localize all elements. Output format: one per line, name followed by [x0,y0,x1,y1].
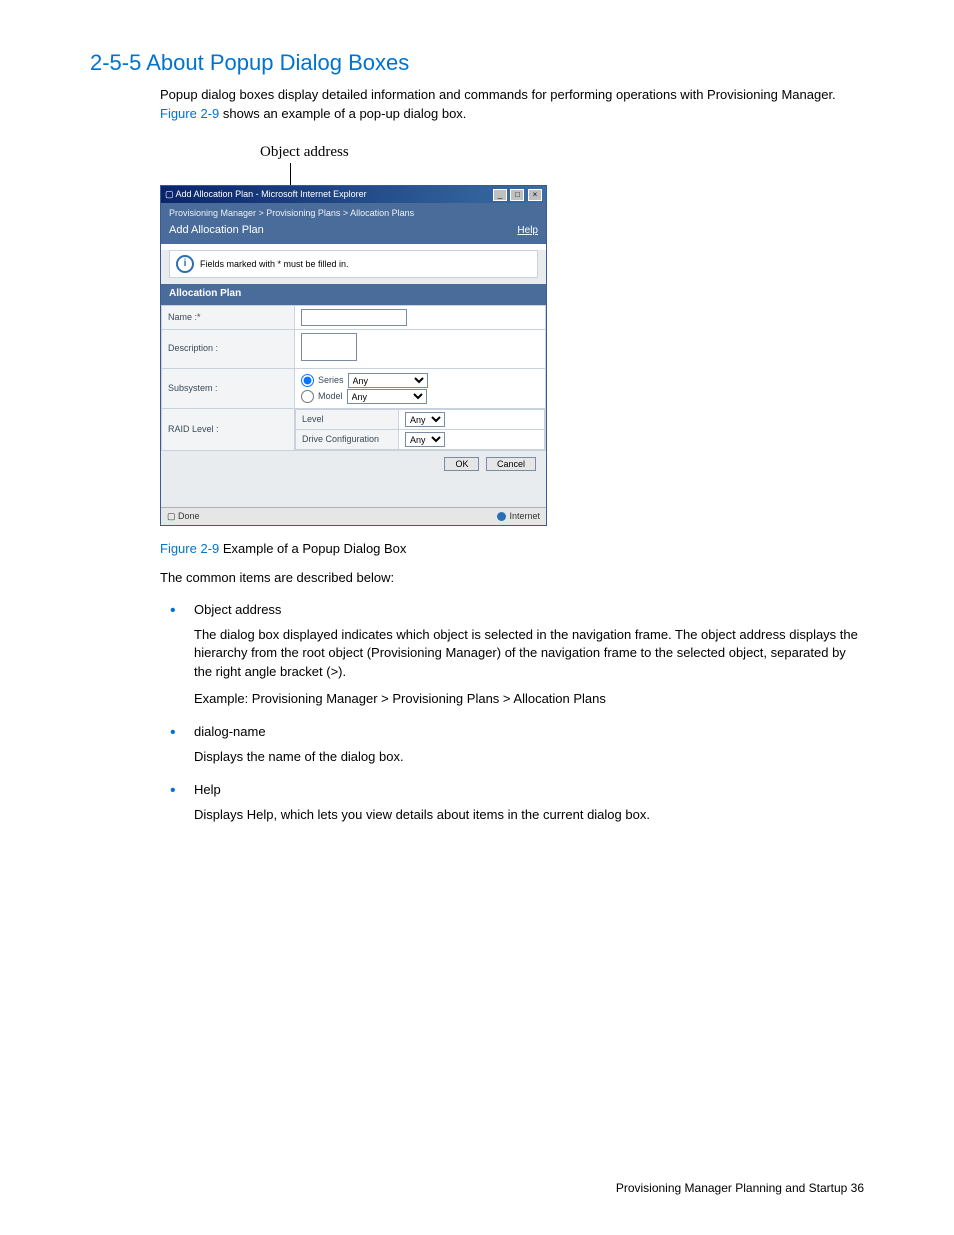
internet-zone-icon [497,512,506,521]
page-footer: Provisioning Manager Planning and Startu… [616,1181,864,1195]
bullet-para: Displays the name of the dialog box. [194,748,864,767]
breadcrumb: Provisioning Manager > Provisioning Plan… [169,207,538,220]
bullet-title: Object address [194,601,864,620]
model-label: Model [318,390,343,403]
figure-caption-text: Example of a Popup Dialog Box [219,541,406,556]
status-bar: ▢ Done Internet [161,507,546,525]
callout-object-address: Object address [260,142,864,164]
status-zone-text: Internet [509,510,540,523]
model-radio[interactable] [301,390,314,403]
ok-button[interactable]: OK [444,457,479,471]
level-select[interactable]: Any [405,412,445,427]
section-header: Allocation Plan [161,284,546,305]
bullet-help: Help Displays Help, which lets you view … [160,781,864,825]
intro-text-2: shows an example of a pop-up dialog box. [219,106,466,121]
raid-level-label: RAID Level : [162,409,295,451]
bullet-title: Help [194,781,864,800]
model-select[interactable]: Any [347,389,427,404]
section-heading: 2-5-5 About Popup Dialog Boxes [90,50,864,76]
info-icon: i [176,255,194,273]
description-label: Description : [162,329,295,368]
window-title: ▢ Add Allocation Plan - Microsoft Intern… [165,188,367,201]
ie-page-icon: ▢ [165,189,174,199]
drive-config-select[interactable]: Any [405,432,445,447]
figure-caption: Figure 2-9 Example of a Popup Dialog Box [160,540,864,559]
series-select[interactable]: Any [348,373,428,388]
bullet-para: Example: Provisioning Manager > Provisio… [194,690,864,709]
form-table: Name :* Description : Subsystem : Series [161,305,546,451]
name-label: Name :* [162,305,295,329]
bullet-para: The dialog box displayed indicates which… [194,626,864,683]
ie-done-icon: ▢ [167,511,176,521]
window-buttons: _ □ × [492,188,542,201]
status-done: Done [178,511,200,521]
bullet-list: Object address The dialog box displayed … [160,601,864,825]
dialog-header: Provisioning Manager > Provisioning Plan… [161,203,546,244]
bullet-para: Displays Help, which lets you view detai… [194,806,864,825]
description-textarea[interactable] [301,333,357,361]
bullet-object-address: Object address The dialog box displayed … [160,601,864,709]
popup-dialog-window: ▢ Add Allocation Plan - Microsoft Intern… [160,185,547,526]
minimize-button[interactable]: _ [493,189,507,201]
bullet-dialog-name: dialog-name Displays the name of the dia… [160,723,864,767]
bullet-title: dialog-name [194,723,864,742]
figure-ref-link[interactable]: Figure 2-9 [160,106,219,121]
info-banner: i Fields marked with * must be filled in… [169,250,538,278]
series-label: Series [318,374,344,387]
cancel-button[interactable]: Cancel [486,457,536,471]
info-text: Fields marked with * must be filled in. [200,258,349,271]
window-title-text: Add Allocation Plan - Microsoft Internet… [176,189,367,199]
dialog-title: Add Allocation Plan [169,223,264,239]
callout-leader-line [290,163,291,185]
name-input[interactable] [301,309,407,326]
intro-text-1: Popup dialog boxes display detailed info… [160,87,836,102]
common-items-intro: The common items are described below: [160,569,864,588]
drive-config-label: Drive Configuration [296,430,399,450]
close-button[interactable]: × [528,189,542,201]
level-label: Level [296,410,399,430]
intro-paragraph: Popup dialog boxes display detailed info… [160,86,864,124]
maximize-button[interactable]: □ [510,189,524,201]
button-row: OK Cancel [161,451,546,477]
help-link[interactable]: Help [517,224,538,239]
figure-caption-ref: Figure 2-9 [160,541,219,556]
window-titlebar: ▢ Add Allocation Plan - Microsoft Intern… [161,186,546,203]
subsystem-label: Subsystem : [162,369,295,409]
series-radio[interactable] [301,374,314,387]
